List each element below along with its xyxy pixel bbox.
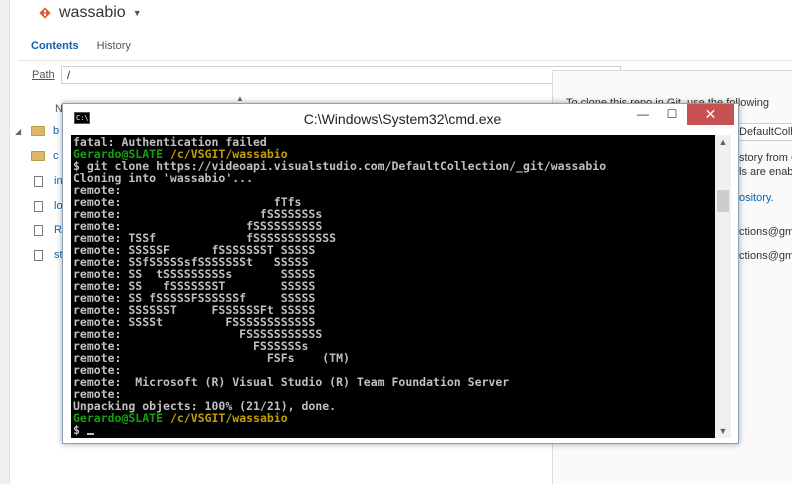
list-item[interactable]: in: [15, 172, 63, 190]
scroll-up-icon[interactable]: ▲: [715, 137, 731, 147]
console-output[interactable]: fatal: Authentication failed Gerardo@SLAT…: [71, 135, 715, 438]
tab-history[interactable]: History: [97, 40, 131, 52]
scroll-down-icon[interactable]: ▼: [715, 426, 731, 436]
item-label[interactable]: b: [53, 125, 59, 137]
clone-url-text: DefaultColl: [739, 126, 792, 138]
list-item[interactable]: lo: [15, 197, 63, 215]
text-cursor: [86, 433, 94, 435]
close-button[interactable]: ✕: [687, 104, 734, 125]
console-line: $: [73, 424, 94, 436]
email-text: ctions@gm: [739, 250, 792, 262]
cmd-window[interactable]: C:\ C:\Windows\System32\cmd.exe — ☐ ✕ fa…: [62, 103, 739, 444]
left-rail: [0, 0, 10, 484]
minimize-button[interactable]: —: [628, 104, 658, 125]
sort-arrow-icon[interactable]: ▲: [236, 94, 244, 103]
git-repo-icon: [39, 7, 51, 19]
repo-header[interactable]: wassabio ▼: [38, 2, 142, 24]
chevron-down-icon[interactable]: ▼: [133, 8, 142, 18]
console-line-text: $: [73, 423, 87, 437]
cmd-titlebar[interactable]: C:\ C:\Windows\System32\cmd.exe — ☐ ✕: [63, 104, 738, 134]
maximize-button[interactable]: ☐: [657, 104, 687, 125]
list-item[interactable]: st: [15, 246, 63, 264]
console-line-text: remote: Microsoft (R) Visual Studio (R) …: [73, 375, 510, 389]
list-item[interactable]: ◢ b: [15, 122, 59, 140]
list-item[interactable]: R: [15, 221, 62, 239]
repository-link[interactable]: ository.: [739, 192, 774, 204]
email-text: ctions@gm: [739, 226, 792, 238]
repo-name[interactable]: wassabio: [59, 4, 126, 22]
path-label: Path: [32, 69, 55, 81]
item-label[interactable]: c: [53, 150, 59, 162]
file-icon: [34, 224, 43, 236]
prompt-path: /c/VSGIT/wassabio: [169, 411, 288, 425]
console-line: remote: Microsoft (R) Visual Studio (R) …: [73, 376, 509, 388]
vertical-scrollbar[interactable]: ▲ ▼: [715, 135, 731, 438]
file-icon: [34, 200, 43, 212]
file-icon: [34, 249, 43, 261]
expand-arrow-icon[interactable]: ◢: [15, 127, 27, 136]
panel-text: story from C: [739, 152, 792, 164]
path-input[interactable]: /: [61, 66, 621, 84]
divider: [18, 60, 792, 61]
tab-contents[interactable]: Contents: [31, 40, 79, 52]
file-icon: [34, 175, 43, 187]
scroll-thumb[interactable]: [717, 190, 729, 212]
panel-text: ls are enab: [739, 166, 792, 178]
prompt-line: Gerardo@SLATE /c/VSGIT/wassabio: [73, 412, 288, 424]
folder-icon: [31, 126, 45, 136]
folder-icon: [31, 151, 45, 161]
tab-bar: Contents History: [31, 40, 149, 52]
item-label[interactable]: R: [54, 224, 62, 236]
list-item[interactable]: c: [15, 147, 59, 165]
